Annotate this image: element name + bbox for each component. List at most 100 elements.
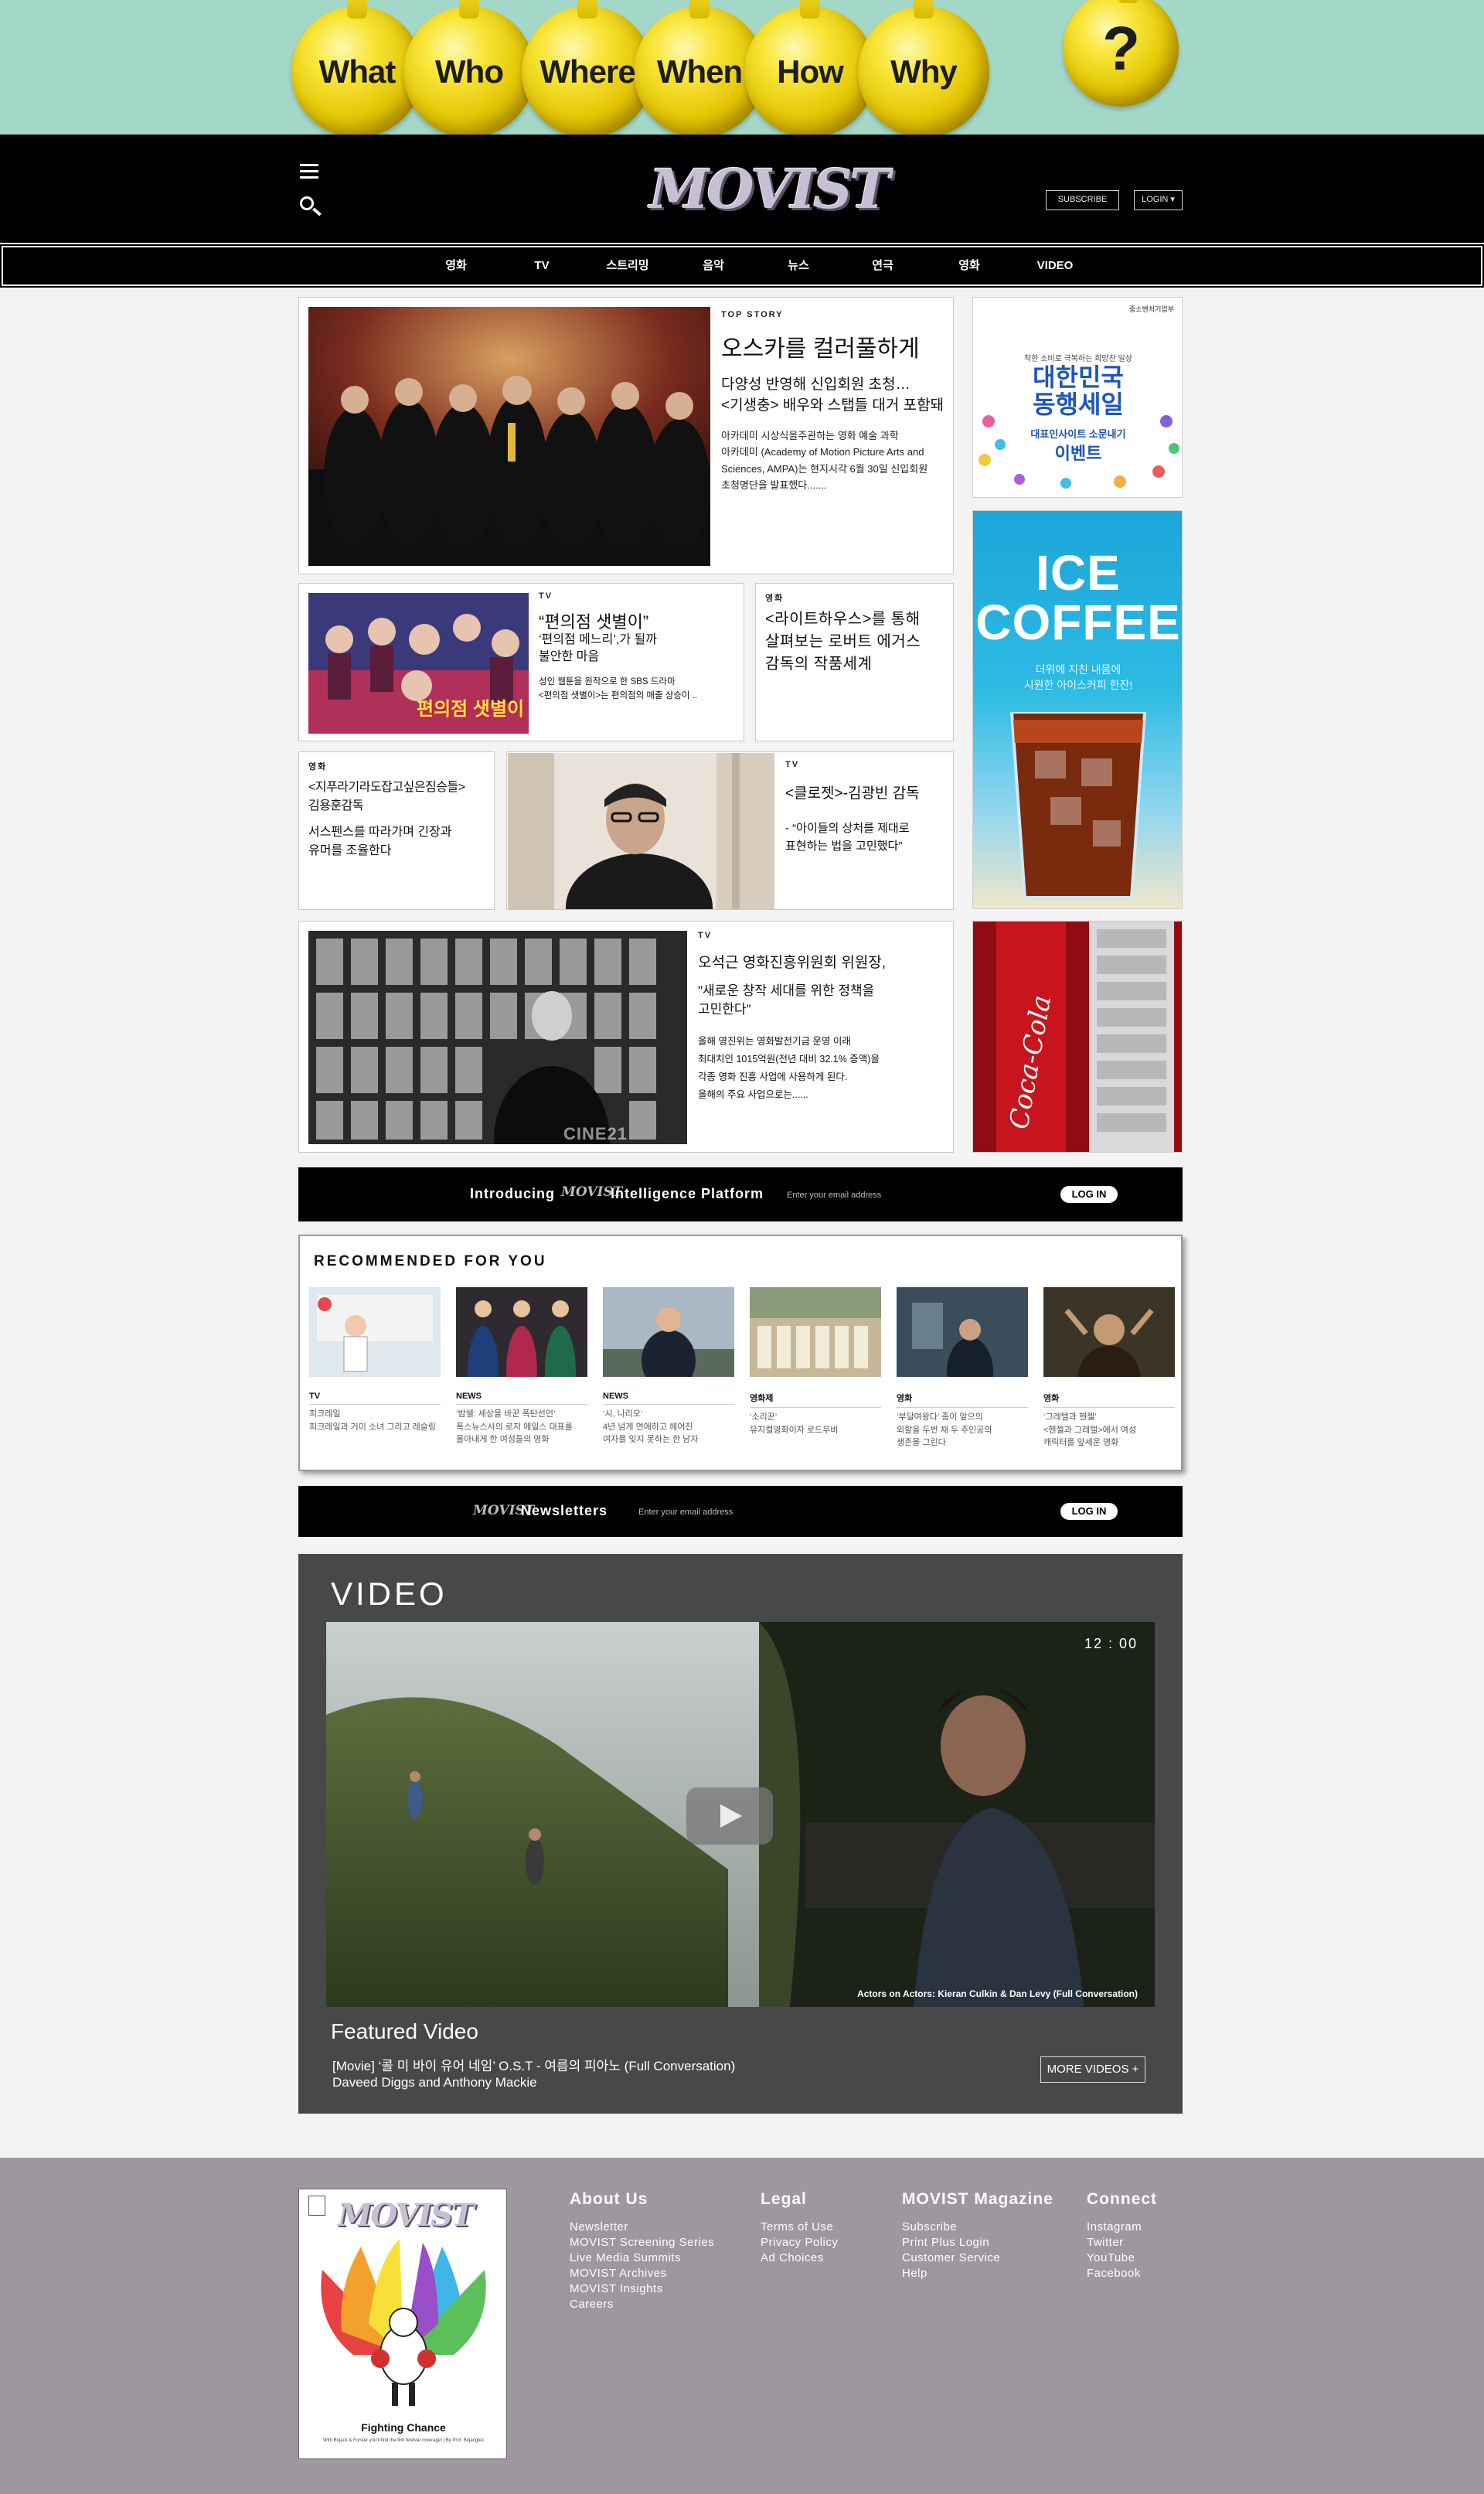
- rec-thumb[interactable]: [456, 1287, 587, 1419]
- top-story-card[interactable]: TOP STORY 오스카를 컬러풀하게 다양성 반영해 신입회원 초청… <기…: [298, 297, 954, 574]
- ad-korea-sale[interactable]: 중소벤처기업부 착한 소비로 극복하는 희망찬 일상 대한민국 동행세일 대표인…: [972, 297, 1183, 498]
- card-headline[interactable]: “편의점 샛별이”: [539, 608, 648, 633]
- bubble-how[interactable]: How: [744, 0, 876, 138]
- footer-link[interactable]: Subscribe: [902, 2220, 1053, 2235]
- footer-col-title: Legal: [761, 2190, 807, 2208]
- login-dropdown[interactable]: LOGIN ▾: [1134, 190, 1183, 210]
- bubble-who[interactable]: Who: [403, 0, 535, 138]
- footer-link[interactable]: Terms of Use: [761, 2220, 838, 2235]
- rec-item[interactable]: 영화 ‘그레텔과 헨젤’ <헨젤과 그레텔>에서 여성 캐릭터를 앞세운 영화: [1043, 1287, 1175, 1450]
- rec-item[interactable]: 영화 ‘부달여왕다’ 종이 앞으의 외할을 두번 채 두 주인공의 생존을 그린…: [897, 1287, 1028, 1450]
- magazine-logo: MOVIST: [338, 2197, 475, 2233]
- poster-title: 편의점 샛별이: [417, 699, 525, 720]
- rec-tag: 영화: [897, 1392, 1028, 1408]
- footer-link[interactable]: Ad Choices: [761, 2250, 838, 2266]
- more-videos-button[interactable]: MORE VIDEOS +: [1040, 2056, 1145, 2083]
- top-story-headline[interactable]: 오스카를 컬러풀하게: [721, 335, 945, 364]
- rec-text: ‘그레텔과 헨젤’ <헨젤과 그레텔>에서 여성 캐릭터를 앞세운 영화: [1043, 1412, 1137, 1447]
- video-section-title: VIDEO: [331, 1576, 448, 1612]
- oseokgeun-photo[interactable]: CINE21: [308, 931, 687, 1144]
- card-body: - “아이들의 상처를 제대로 표현하는 법을 고민했다”: [785, 822, 910, 853]
- nav-item-streaming[interactable]: 스트리밍: [606, 247, 648, 284]
- rec-thumb[interactable]: [897, 1287, 1028, 1407]
- magazine-caption: Fighting Chance: [361, 2421, 446, 2434]
- nav-item-news[interactable]: 뉴스: [788, 247, 809, 284]
- footer-link[interactable]: MOVIST Insights: [570, 2281, 714, 2297]
- rec-text: 피크레일 피크레일과 거미 소녀 그리고 레슬링: [309, 1409, 437, 1432]
- ad-coca-cola[interactable]: Coca-Cola: [972, 921, 1183, 1153]
- card-headline[interactable]: 오석근 영화진흥위원회 위원장,: [698, 951, 886, 972]
- footer-link[interactable]: Privacy Policy: [761, 2235, 838, 2250]
- footer-link[interactable]: Instagram: [1087, 2220, 1157, 2235]
- featured-video-label: Featured Video: [331, 2019, 478, 2043]
- footer-link[interactable]: MOVIST Screening Series: [570, 2235, 714, 2250]
- intelligence-bar: Introducing MOVIST Intelligence Platform…: [298, 1167, 1183, 1221]
- question-mark-icon: ?: [1102, 14, 1140, 83]
- closet-card[interactable]: TV <클로젯>-김광빈 감독 - “아이들의 상처를 제대로 표현하는 법을 …: [506, 751, 954, 910]
- magazine-illustration: [321, 2239, 486, 2406]
- footer-link[interactable]: Twitter: [1087, 2235, 1157, 2250]
- ad-small-text: 착한 소비로 극복하는 희망찬 일상: [1024, 355, 1132, 363]
- card-headline[interactable]: <라이트하우스>를 통해 살펴보는 로버트 에거스 감독의 작품세계: [765, 608, 947, 676]
- footer-link[interactable]: Facebook: [1087, 2266, 1157, 2281]
- rec-thumb[interactable]: [603, 1287, 734, 1392]
- footer-link[interactable]: Live Media Summits: [570, 2250, 714, 2266]
- rec-item[interactable]: TV 피크레일 피크레일과 거미 소녀 그리고 레슬링: [309, 1287, 441, 1433]
- rec-tag: NEWS: [456, 1392, 587, 1405]
- intel-login-button[interactable]: LOG IN: [1060, 1186, 1118, 1203]
- hamburger-menu-icon[interactable]: [300, 164, 318, 179]
- closet-director-photo[interactable]: [508, 753, 774, 909]
- rec-text: ‘시, 나리오’ 4년 넘게 연애하고 헤어진 여자를 잊지 못하는 한 남자: [603, 1409, 699, 1444]
- jipuragi-card[interactable]: 영화 <지푸라기라도잡고싶은짐승들> 김용훈감독 서스펜스를 따라가며 긴장과 …: [298, 751, 495, 910]
- card-headline[interactable]: <클로젯>-김광빈 감독: [785, 782, 920, 802]
- footer-link[interactable]: Print Plus Login: [902, 2235, 1053, 2250]
- footer-link[interactable]: Newsletter: [570, 2220, 714, 2235]
- rec-thumb[interactable]: [1043, 1287, 1175, 1408]
- nav-item-movie[interactable]: 영화: [445, 247, 467, 284]
- footer-link[interactable]: Customer Service: [902, 2250, 1053, 2266]
- top-story-image[interactable]: [308, 307, 710, 566]
- rec-thumb[interactable]: [750, 1287, 881, 1377]
- nav-item-music[interactable]: 음악: [703, 247, 724, 284]
- lighthouse-card[interactable]: 영화 <라이트하우스>를 통해 살펴보는 로버트 에거스 감독의 작품세계: [755, 583, 954, 741]
- bubble-why[interactable]: Why: [858, 0, 989, 138]
- bubble-where[interactable]: Where: [522, 0, 653, 138]
- intel-email-input[interactable]: Enter your email address: [787, 1191, 881, 1200]
- nav-item-video[interactable]: VIDEO: [1037, 247, 1074, 284]
- footer-link[interactable]: MOVIST Archives: [570, 2266, 714, 2281]
- rec-tag: 영화: [1043, 1392, 1175, 1408]
- nav-item-movie-2[interactable]: 영화: [958, 247, 980, 284]
- rec-text: ‘부달여왕다’ 종이 앞으의 외할을 두번 채 두 주인공의 생존을 그린다: [897, 1412, 992, 1447]
- rec-thumb[interactable]: [309, 1287, 441, 1377]
- video-timestamp: 12 : 00: [1084, 1636, 1138, 1651]
- card-body: 성인 웹툰을 원작으로 한 SBS 드라마 <편의점 샛별이>는 편의점의 매출…: [539, 677, 698, 701]
- play-button[interactable]: [686, 1787, 773, 1845]
- footer-link[interactable]: Careers: [570, 2297, 714, 2312]
- site-logo[interactable]: MOVIST: [649, 159, 890, 220]
- convenience-store-poster[interactable]: 편의점 샛별이: [308, 593, 529, 734]
- convenience-store-card[interactable]: 편의점 샛별이 TV “편의점 샛별이” ‘편의점 메느리’,가 될까 불안한 …: [298, 583, 744, 741]
- featured-video-title[interactable]: [Movie] ‘콜 미 바이 유어 네임’ O.S.T - 여름의 피아노 (…: [332, 2055, 735, 2074]
- search-icon[interactable]: [300, 196, 323, 220]
- featured-video-subtitle: Daveed Diggs and Anthony Mackie: [332, 2075, 537, 2090]
- newsletter-email-input[interactable]: Enter your email address: [638, 1508, 733, 1517]
- footer-link[interactable]: YouTube: [1087, 2250, 1157, 2266]
- rec-item[interactable]: NEWS ‘밤쉘: 세상을 바꾼 폭탄선언’ 폭스뉴스사의 로저 에일스 대표를…: [456, 1287, 587, 1446]
- footer-link[interactable]: Help: [902, 2266, 1053, 2281]
- nav-item-theater[interactable]: 연극: [872, 247, 893, 284]
- rec-item[interactable]: NEWS ‘시, 나리오’ 4년 넘게 연애하고 헤어진 여자를 잊지 못하는 …: [603, 1287, 734, 1446]
- magazine-cover[interactable]: MOVIST Fighting Chance With Bojack & For…: [298, 2189, 507, 2459]
- oseokgeun-card[interactable]: CINE21 TV 오석근 영화진흥위원회 위원장, "새로운 창작 세대를 위…: [298, 921, 954, 1153]
- subscribe-button[interactable]: SUBSCRIBE: [1046, 190, 1119, 210]
- card-headline[interactable]: <지푸라기라도잡고싶은짐승들> 김용훈감독: [308, 779, 490, 816]
- card-tag: 영화: [765, 594, 785, 603]
- rec-text: ‘밤쉘: 세상을 바꾼 폭탄선언’ 폭스뉴스사의 로저 에일스 대표를 몰아내게…: [456, 1409, 573, 1444]
- magazine-fine-print: With Bojack & Forster you'll find the fi…: [322, 2438, 485, 2443]
- intel-post: Intelligence Platform: [611, 1186, 764, 1201]
- ad-ice-coffee[interactable]: ICE COFFEE 더위에 지친 내몸에 시원한 아이스커피 한잔!: [972, 510, 1183, 909]
- bubble-question[interactable]: ?: [1063, 0, 1179, 107]
- nav-item-tv[interactable]: TV: [534, 247, 549, 284]
- newsletter-login-button[interactable]: LOG IN: [1060, 1503, 1118, 1520]
- rec-item[interactable]: 영화제 ‘소리꾼’ 뮤지컬영화이자 로드무비: [750, 1287, 881, 1436]
- video-player[interactable]: 12 : 00 Actors on Actors: Kieran Culkin …: [326, 1622, 1155, 2007]
